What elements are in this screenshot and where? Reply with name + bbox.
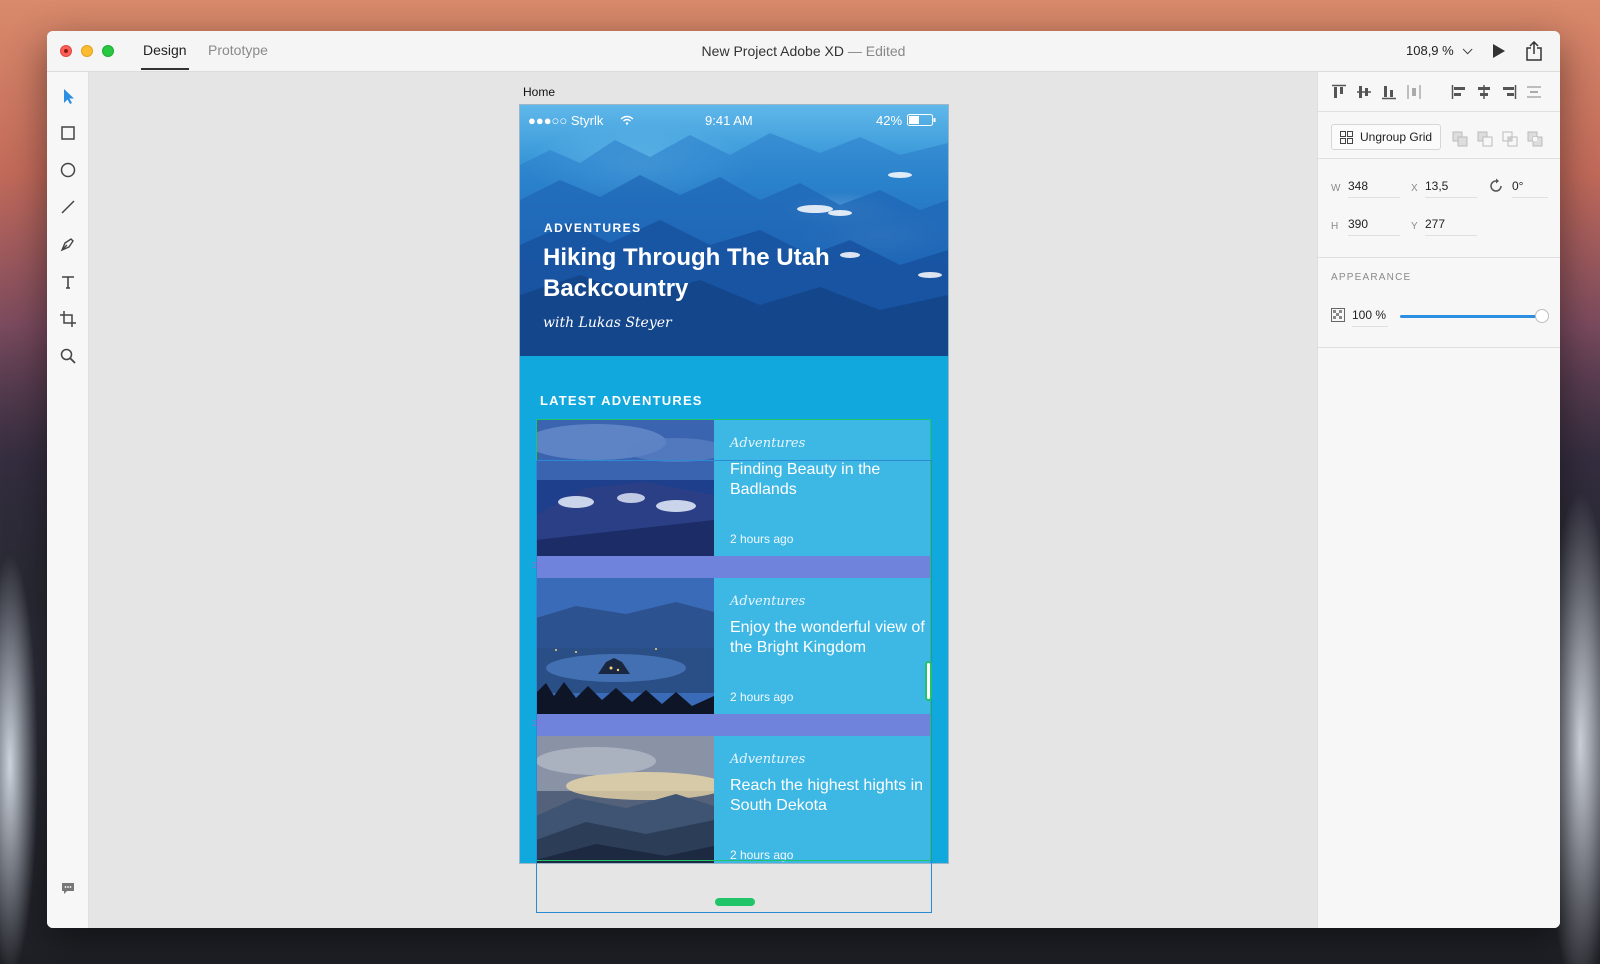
opacity-slider[interactable] <box>1400 315 1540 318</box>
document-title: New Project Adobe XD — Edited <box>47 43 1560 59</box>
card-title: Finding Beauty in the Badlands <box>730 461 881 498</box>
line-icon[interactable] <box>58 197 78 217</box>
grid-actions: Ungroup Grid <box>1318 112 1560 159</box>
gap-value: 20 <box>532 719 541 728</box>
hero-image[interactable]: ●●●○○ Styrlk 9:41 AM 42% ADVENTURES Hiki… <box>520 105 948 356</box>
repeat-grid-handle-bottom[interactable] <box>715 898 755 906</box>
align-left-icon[interactable] <box>1451 84 1467 100</box>
status-battery-percent: 42% <box>876 113 903 128</box>
zoom-icon[interactable] <box>58 346 78 366</box>
tools-panel <box>47 72 89 928</box>
y-label: Y <box>1411 221 1418 232</box>
card-timestamp: 2 hours ago <box>730 848 794 862</box>
list-item[interactable]: Adventures Enjoy the wonderful view of t… <box>536 578 930 714</box>
rotation-field[interactable]: 0° <box>1512 179 1548 198</box>
opacity-slider-handle[interactable] <box>1535 309 1549 323</box>
document-name: New Project Adobe XD <box>701 43 844 59</box>
ungroup-grid-label: Ungroup Grid <box>1360 130 1433 144</box>
height-field[interactable]: 390 <box>1348 217 1400 236</box>
grid-icon <box>1340 131 1353 144</box>
y-field[interactable]: 277 <box>1425 217 1477 236</box>
ungroup-grid-button[interactable]: Ungroup Grid <box>1331 124 1442 150</box>
rectangle-icon[interactable] <box>58 123 78 143</box>
comment-icon[interactable] <box>58 878 78 898</box>
card-kicker: Adventures <box>730 436 806 451</box>
wifi-icon <box>620 115 634 125</box>
width-field[interactable]: 348 <box>1348 179 1400 198</box>
x-label: X <box>1411 183 1418 194</box>
text-icon[interactable] <box>58 272 78 292</box>
opacity-field[interactable]: 100 % <box>1352 308 1388 327</box>
boolean-add-icon[interactable] <box>1452 131 1468 147</box>
align-top-icon[interactable] <box>1331 84 1347 100</box>
boolean-intersect-icon[interactable] <box>1502 131 1518 147</box>
card-image <box>536 578 714 714</box>
align-right-icon[interactable] <box>1501 84 1517 100</box>
card-image <box>536 420 714 556</box>
repeat-grid-handle-right[interactable] <box>925 661 932 701</box>
list-item[interactable]: Adventures Reach the highest hights in S… <box>536 736 930 863</box>
property-inspector: Ungroup Grid W 348 X 13,5 0° H 390 Y 277… <box>1317 72 1560 928</box>
x-field[interactable]: 13,5 <box>1425 179 1477 198</box>
height-label: H <box>1331 221 1339 232</box>
distribute-horizontal-icon[interactable] <box>1406 84 1422 100</box>
boolean-subtract-icon[interactable] <box>1477 131 1493 147</box>
align-center-icon[interactable] <box>1476 84 1492 100</box>
transform-panel: W 348 X 13,5 0° H 390 Y 277 <box>1318 159 1560 258</box>
card-timestamp: 2 hours ago <box>730 532 794 546</box>
zoom-value: 108,9 % <box>1406 43 1454 58</box>
width-label: W <box>1331 183 1341 194</box>
card-timestamp: 2 hours ago <box>730 690 794 704</box>
status-carrier: ●●●○○ Styrlk <box>528 113 604 128</box>
grid-gap-indicator[interactable]: 20 <box>532 714 930 736</box>
status-time: 9:41 AM <box>705 113 753 128</box>
hero-kicker: ADVENTURES <box>544 221 642 235</box>
list-item[interactable]: Adventures Finding Beauty in the Badland… <box>536 420 930 556</box>
rotate-icon <box>1490 178 1502 192</box>
card-kicker: Adventures <box>730 752 806 767</box>
appearance-heading: APPEARANCE <box>1331 272 1412 283</box>
app-window: Design Prototype New Project Adobe XD — … <box>47 31 1560 928</box>
ellipse-icon[interactable] <box>58 160 78 180</box>
align-middle-icon[interactable] <box>1356 84 1372 100</box>
opacity-icon <box>1331 308 1345 322</box>
hero-title: Hiking Through The Utah Backcountry <box>543 244 830 302</box>
title-bar: Design Prototype New Project Adobe XD — … <box>47 31 1560 72</box>
document-status: — Edited <box>843 43 906 59</box>
align-toolbar <box>1318 72 1560 112</box>
pen-icon[interactable] <box>58 234 78 254</box>
play-icon[interactable] <box>1493 44 1505 58</box>
battery-icon <box>907 114 936 126</box>
artboard-home[interactable]: ●●●○○ Styrlk 9:41 AM 42% ADVENTURES Hiki… <box>519 104 949 864</box>
gap-value: 20 <box>532 561 541 570</box>
design-canvas[interactable]: Home ●●●○○ Styrlk 9:41 AM 42% ADVENTURES… <box>89 72 1317 928</box>
card-title: Enjoy the wonderful view of the Bright K… <box>730 619 925 656</box>
zoom-dropdown[interactable]: 108,9 % <box>1406 43 1473 58</box>
align-bottom-icon[interactable] <box>1381 84 1397 100</box>
boolean-exclude-icon[interactable] <box>1527 131 1543 147</box>
section-heading: LATEST ADVENTURES <box>540 393 703 408</box>
card-image <box>536 736 714 863</box>
artboard-label[interactable]: Home <box>523 85 555 99</box>
select-icon[interactable] <box>58 86 78 106</box>
distribute-vertical-icon[interactable] <box>1526 84 1542 100</box>
grid-gap-indicator[interactable]: 20 <box>532 556 930 578</box>
share-icon[interactable] <box>1525 41 1543 61</box>
artboard-icon[interactable] <box>58 309 78 329</box>
card-title: Reach the highest hights in South Dekota <box>730 777 924 814</box>
card-kicker: Adventures <box>730 594 806 609</box>
hero-byline: with Lukas Steyer <box>543 315 672 331</box>
